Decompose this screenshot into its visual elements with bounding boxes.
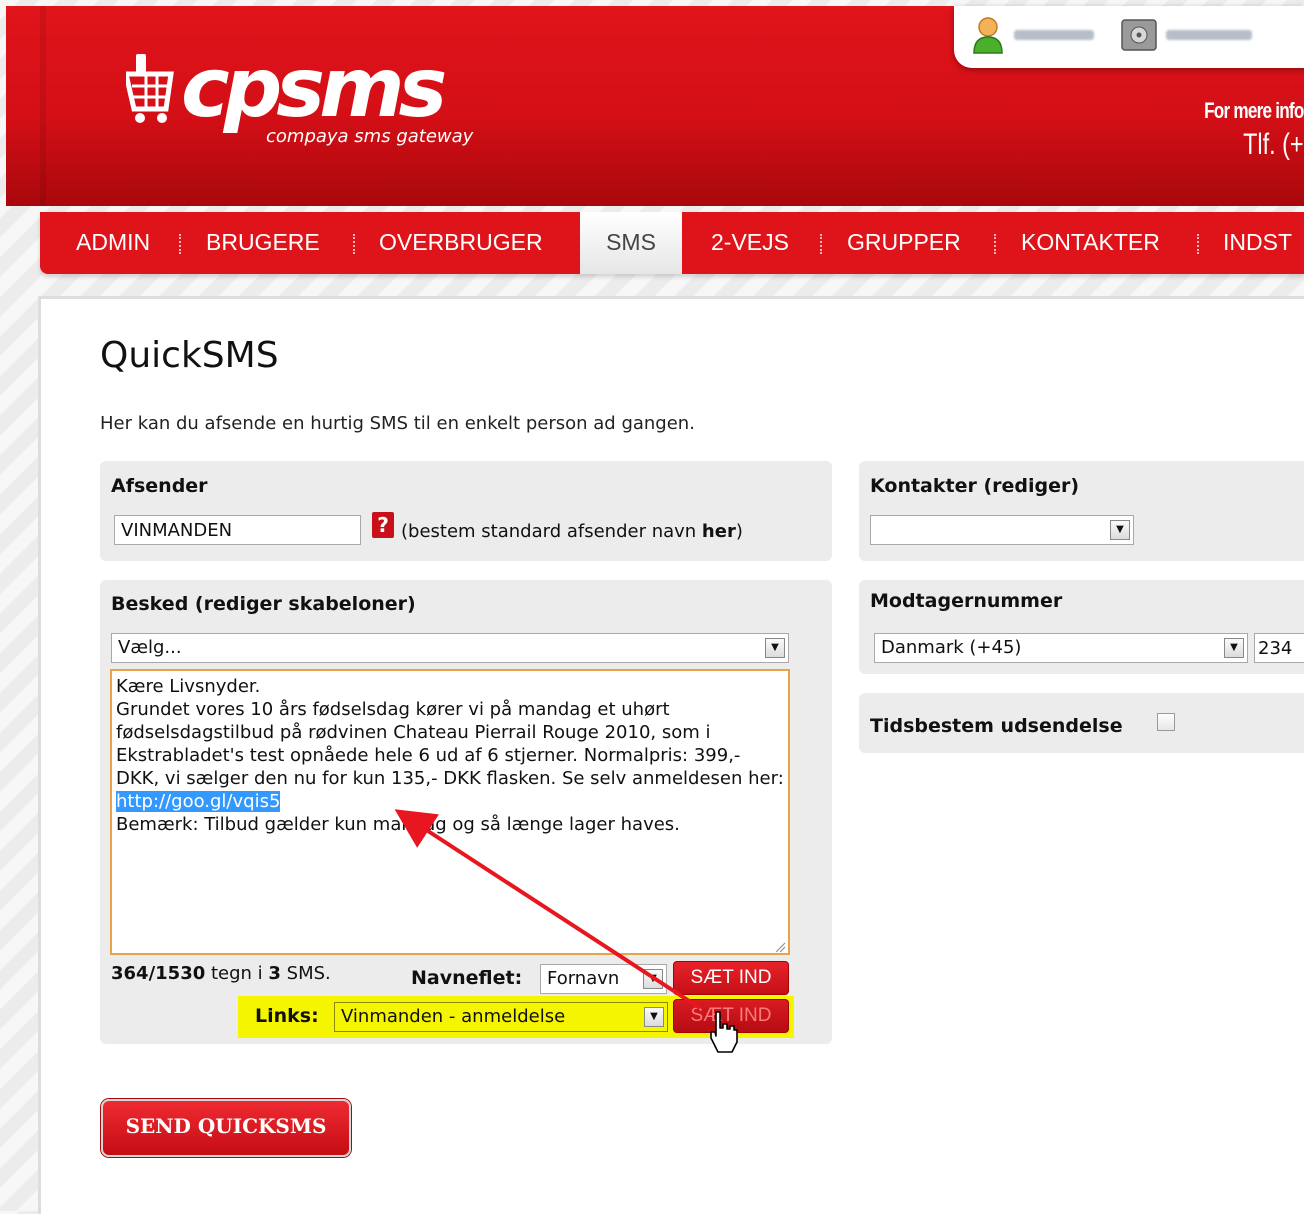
country-select-value: Danmark (+45) bbox=[881, 637, 1022, 658]
chevron-down-icon[interactable]: ▼ bbox=[765, 638, 785, 658]
sender-hint-link[interactable]: her bbox=[702, 521, 736, 542]
template-select[interactable]: Vælg... ▼ bbox=[111, 633, 789, 663]
account-text[interactable] bbox=[1166, 30, 1252, 40]
send-quicksms-button[interactable]: SEND QUICKSMS bbox=[101, 1099, 351, 1157]
char-counter: 364/1530 tegn i 3 SMS. bbox=[111, 963, 331, 984]
svg-text:cpsms: cpsms bbox=[181, 41, 445, 136]
safe-icon[interactable] bbox=[1120, 16, 1160, 54]
message-label: Besked (rediger skabeloner) bbox=[111, 593, 416, 615]
user-panel bbox=[954, 6, 1304, 68]
nav-2-vejs[interactable]: 2-VEJS bbox=[711, 212, 789, 274]
chevron-down-icon[interactable]: ▼ bbox=[1224, 638, 1244, 658]
contacts-select[interactable]: ▼ bbox=[870, 515, 1134, 545]
sender-hint-text: (bestem standard afsender navn bbox=[401, 521, 702, 542]
contact-info: For mere info Tlf. (+ bbox=[1176, 98, 1304, 162]
sender-panel bbox=[100, 461, 832, 561]
merge-select[interactable]: Fornavn ▼ bbox=[540, 964, 667, 994]
sender-hint: (bestem standard afsender navn her) bbox=[401, 521, 743, 542]
user-icon[interactable] bbox=[972, 16, 1004, 54]
schedule-label: Tidsbestem udsendelse bbox=[870, 715, 1123, 737]
insert-link-button[interactable]: SÆT IND bbox=[673, 999, 789, 1033]
nav-kontakter[interactable]: KONTAKTER bbox=[1021, 212, 1160, 274]
links-select[interactable]: Vinmanden - anmeldelse ▼ bbox=[334, 1002, 668, 1032]
sms-count-suffix: SMS. bbox=[280, 963, 331, 984]
sender-label: Afsender bbox=[111, 475, 208, 497]
page-title: QuickSMS bbox=[100, 335, 279, 376]
question-icon[interactable]: ? bbox=[372, 512, 394, 538]
merge-select-value: Fornavn bbox=[547, 968, 620, 989]
contacts-label: Kontakter (rediger) bbox=[870, 475, 1080, 497]
char-count: 364/1530 bbox=[111, 963, 206, 984]
message-text-end: Bemærk: Tilbud gælder kun mandag og så l… bbox=[116, 814, 680, 835]
schedule-checkbox[interactable] bbox=[1157, 713, 1175, 731]
cart-phone-logo-icon bbox=[126, 54, 174, 123]
message-text: Kære Livsnyder. Grundet vores 10 års fød… bbox=[116, 676, 784, 789]
resize-grip-icon[interactable] bbox=[774, 941, 786, 953]
char-count-mid: tegn i bbox=[205, 963, 269, 984]
main-content: QuickSMS Her kan du afsende en hurtig SM… bbox=[38, 296, 1304, 1214]
chevron-down-icon[interactable]: ▼ bbox=[643, 969, 663, 989]
info-line2: Tlf. (+ bbox=[1243, 128, 1304, 161]
insert-merge-button[interactable]: SÆT IND bbox=[673, 961, 789, 995]
username-text[interactable] bbox=[1014, 30, 1094, 40]
main-nav: ADMIN BRUGERE OVERBRUGER SMS 2-VEJS GRUP… bbox=[40, 212, 1304, 274]
header-banner: cpsms compaya sms gateway For mere info … bbox=[6, 6, 1304, 206]
sender-input[interactable] bbox=[114, 515, 361, 545]
chevron-down-icon[interactable]: ▼ bbox=[1110, 520, 1130, 540]
page-description: Her kan du afsende en hurtig SMS til en … bbox=[100, 413, 695, 434]
links-select-value: Vinmanden - anmeldelse bbox=[341, 1006, 566, 1027]
merge-label: Navneflet: bbox=[411, 967, 523, 989]
selected-link-text: http://goo.gl/vqis5 bbox=[116, 791, 281, 812]
phone-input[interactable] bbox=[1254, 633, 1304, 663]
nav-sms[interactable]: SMS bbox=[580, 212, 682, 274]
nav-indst[interactable]: INDST bbox=[1223, 212, 1292, 274]
links-label: Links: bbox=[255, 1005, 319, 1027]
chevron-down-icon[interactable]: ▼ bbox=[644, 1007, 664, 1027]
nav-overbruger[interactable]: OVERBRUGER bbox=[379, 212, 543, 274]
country-select[interactable]: Danmark (+45) ▼ bbox=[874, 633, 1248, 663]
sms-count: 3 bbox=[268, 963, 281, 984]
sender-hint-end: ) bbox=[735, 521, 743, 542]
nav-grupper[interactable]: GRUPPER bbox=[847, 212, 961, 274]
nav-brugere[interactable]: BRUGERE bbox=[206, 212, 320, 274]
recipient-label: Modtagernummer bbox=[870, 590, 1063, 612]
template-select-value: Vælg... bbox=[118, 637, 182, 658]
cpsms-logo[interactable]: cpsms compaya sms gateway bbox=[126, 36, 506, 156]
svg-text:compaya sms gateway: compaya sms gateway bbox=[266, 126, 474, 147]
message-textarea[interactable]: Kære Livsnyder. Grundet vores 10 års fød… bbox=[110, 669, 790, 955]
info-line1: For mere info bbox=[1204, 98, 1304, 123]
nav-admin[interactable]: ADMIN bbox=[76, 212, 150, 274]
